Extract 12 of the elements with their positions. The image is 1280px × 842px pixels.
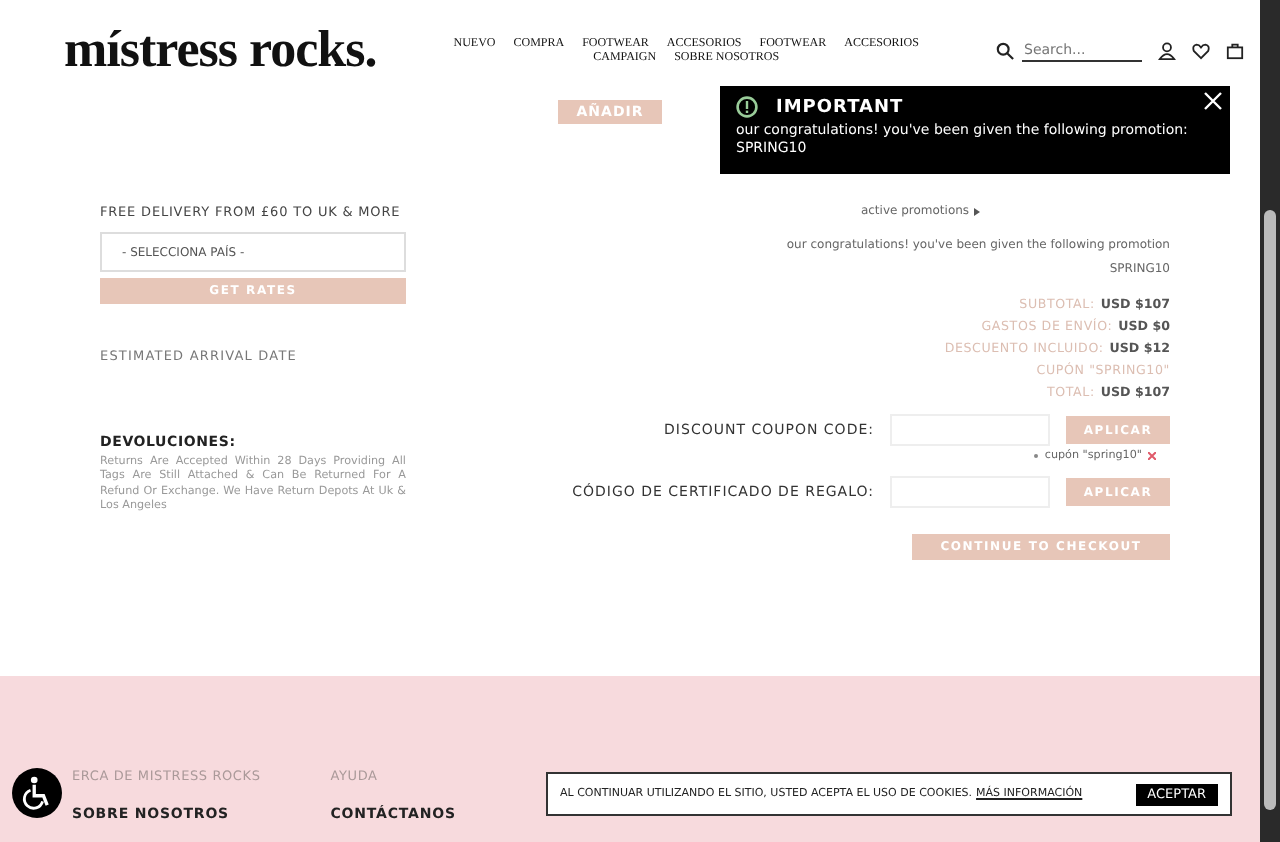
scrollbar[interactable] <box>1260 0 1280 842</box>
remove-icon[interactable] <box>1148 452 1156 460</box>
search-icon[interactable] <box>996 41 1014 59</box>
toast-title: IMPORTANT <box>776 97 904 117</box>
close-icon[interactable] <box>1204 92 1222 110</box>
user-icon[interactable] <box>1158 41 1176 59</box>
bag-icon[interactable] <box>1226 41 1244 59</box>
wheelchair-icon[interactable] <box>12 768 62 818</box>
alert-icon <box>736 96 758 118</box>
triangle-icon <box>973 207 980 215</box>
heart-icon[interactable] <box>1192 41 1210 59</box>
site-logo[interactable]: místress rocks. <box>64 20 377 80</box>
